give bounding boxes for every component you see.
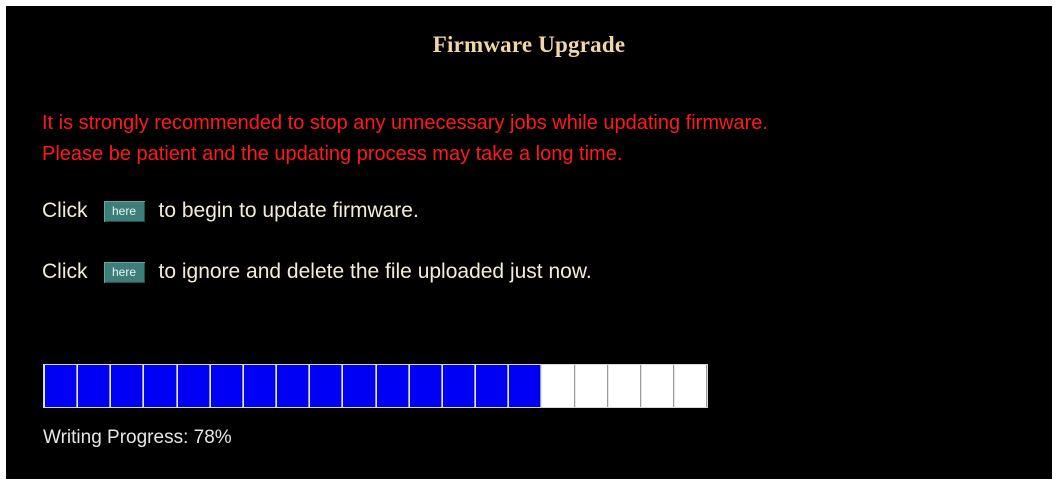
progress-segment-empty xyxy=(640,365,674,407)
update-click-label: Click xyxy=(42,199,88,222)
progress-segment-filled xyxy=(441,365,476,407)
progress-segment-filled xyxy=(143,365,177,407)
progress-segment-filled xyxy=(342,365,376,407)
progress-segment-filled xyxy=(276,365,310,407)
progress-segment-filled xyxy=(508,365,542,407)
ignore-description: to ignore and delete the file uploaded j… xyxy=(158,260,592,283)
firmware-upgrade-panel: Firmware Upgrade It is strongly recommen… xyxy=(6,6,1052,479)
ignore-click-label: Click xyxy=(42,260,88,283)
update-firmware-row: Click here to begin to update firmware. xyxy=(42,199,419,223)
page-title: Firmware Upgrade xyxy=(432,32,626,57)
progress-segment-empty xyxy=(673,365,708,407)
progress-segment-filled xyxy=(44,365,78,407)
ignore-delete-button[interactable]: here xyxy=(103,261,145,283)
writing-progress-bar xyxy=(43,364,708,408)
progress-segment-filled xyxy=(176,365,210,407)
update-description: to begin to update firmware. xyxy=(158,199,419,222)
warning-line-2: Please be patient and the updating proce… xyxy=(42,143,623,165)
progress-segment-filled xyxy=(242,365,277,407)
progress-segment-filled xyxy=(309,365,343,407)
progress-segment-filled xyxy=(209,365,243,407)
progress-segment-empty xyxy=(541,365,575,407)
progress-segment-filled xyxy=(110,365,144,407)
progress-segment-empty xyxy=(607,365,641,407)
writing-progress-label: Writing Progress: 78% xyxy=(43,427,232,448)
progress-segment-filled xyxy=(77,365,111,407)
progress-segment-filled xyxy=(408,365,442,407)
ignore-upload-row: Click here to ignore and delete the file… xyxy=(42,260,592,284)
warning-line-1: It is strongly recommended to stop any u… xyxy=(42,112,768,134)
progress-segment-filled xyxy=(475,365,509,407)
progress-segment-empty xyxy=(574,365,608,407)
progress-segment-filled xyxy=(375,365,409,407)
begin-update-button[interactable]: here xyxy=(103,200,145,222)
